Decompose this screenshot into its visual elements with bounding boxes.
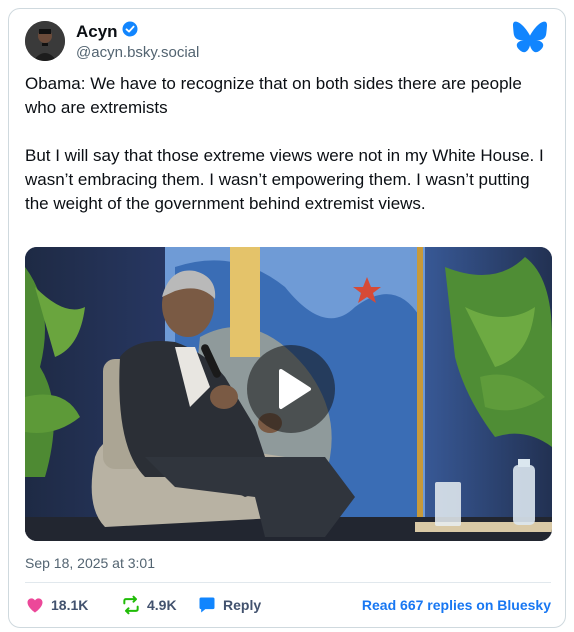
repost-count: 4.9K [147, 597, 177, 613]
heart-icon [27, 598, 43, 613]
repost-button[interactable]: 4.9K [121, 595, 177, 615]
author-handle[interactable]: @acyn.bsky.social [76, 44, 199, 61]
reply-button[interactable]: Reply [197, 595, 261, 615]
post-card[interactable]: Acyn @acyn.bsky.social Obama: We have to… [8, 8, 566, 628]
bluesky-butterfly-icon[interactable] [513, 21, 547, 53]
post-actions: 18.1K 4.9K Reply Read 667 replies on Blu… [25, 595, 551, 619]
avatar[interactable] [25, 21, 65, 61]
author-name-row: Acyn [76, 21, 138, 42]
author-name[interactable]: Acyn [76, 22, 118, 42]
post-text: Obama: We have to recognize that on both… [25, 74, 544, 213]
like-button[interactable]: 18.1K [25, 595, 88, 615]
play-icon [279, 369, 311, 409]
speech-bubble-icon [199, 597, 215, 613]
repost-icon [123, 595, 139, 615]
play-button[interactable] [247, 345, 335, 433]
like-count: 18.1K [51, 597, 89, 613]
video-thumbnail[interactable] [25, 247, 552, 541]
reply-label: Reply [223, 597, 262, 613]
post-timestamp[interactable]: Sep 18, 2025 at 3:01 [25, 555, 155, 571]
read-replies-link[interactable]: Read 667 replies on Bluesky [362, 597, 551, 613]
verified-check-icon [122, 21, 138, 42]
divider [25, 582, 551, 583]
